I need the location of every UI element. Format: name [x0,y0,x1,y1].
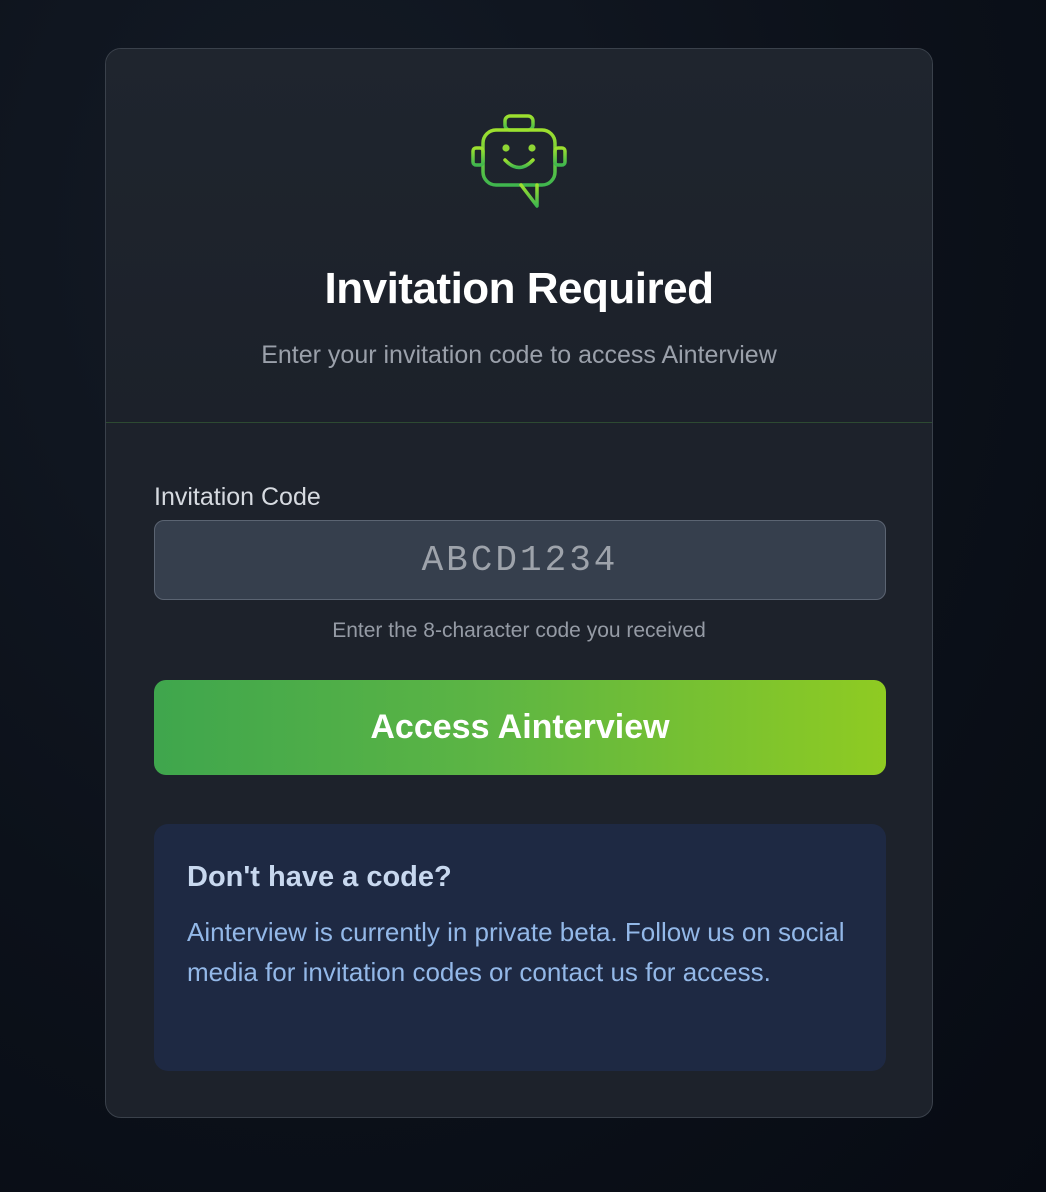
code-hint: Enter the 8-character code you received [332,619,706,642]
invitation-code-input[interactable] [154,520,886,600]
page-title: Invitation Required [324,264,714,313]
info-text: Ainterview is currently in private beta.… [187,917,845,987]
access-ainterview-button[interactable]: Access Ainterview [154,680,886,775]
info-title: Don't have a code? [187,861,452,893]
invitation-code-label: Invitation Code [154,483,321,511]
page-subtitle: Enter your invitation code to access Ain… [261,341,777,369]
card-header: Invitation Required Enter your invitatio… [106,49,932,423]
no-code-info-box: Don't have a code? Ainterview is current… [154,824,886,1071]
invitation-card: Invitation Required Enter your invitatio… [105,48,933,1118]
robot-chat-icon [471,114,567,208]
